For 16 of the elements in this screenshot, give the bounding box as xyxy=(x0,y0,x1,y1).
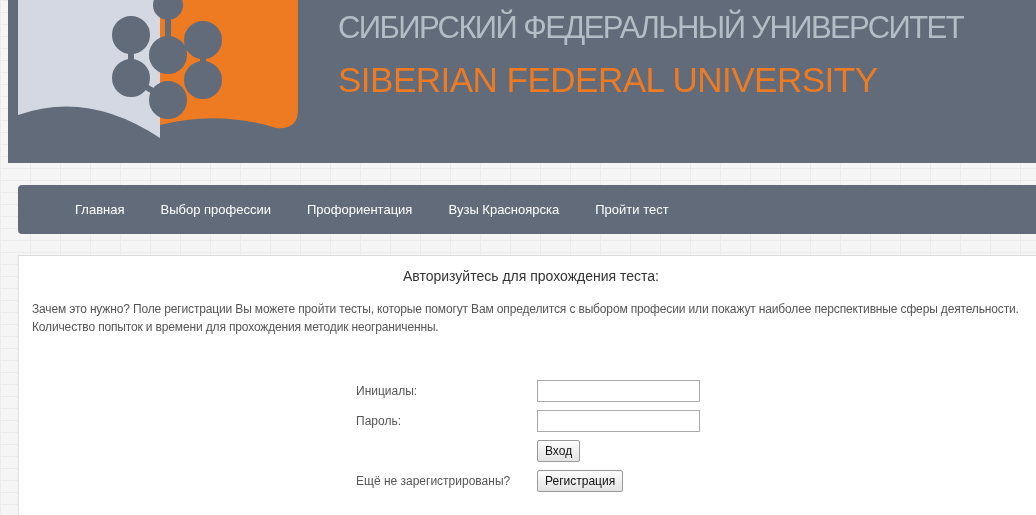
field-label: Инициалы: xyxy=(356,384,419,398)
university-title: СИБИРСКИЙ ФЕДЕРАЛЬНЫЙ УНИВЕРСИТЕТ xyxy=(338,8,963,47)
nav-link[interactable]: Профориентация xyxy=(306,202,413,217)
nav-link[interactable]: Пройти тест xyxy=(595,202,669,217)
register-prompt: Ещё не зарегистрированы? xyxy=(356,474,512,488)
nav-link[interactable]: Выбор профессии xyxy=(160,202,271,217)
university-title: SIBERIAN FEDERAL UNIVERSITY xyxy=(338,59,879,101)
login-button[interactable]: Вход xyxy=(537,440,581,462)
nav-link[interactable]: Главная xyxy=(75,202,125,217)
form-heading: Авторизуйтесь для прохождения теста: xyxy=(402,268,660,284)
nav-link[interactable]: Вузы Красноярска xyxy=(448,202,560,217)
register-button[interactable]: Регистрация xyxy=(537,470,624,492)
input-field[interactable] xyxy=(537,380,700,402)
field-label: Пароль: xyxy=(356,414,402,428)
input-field[interactable] xyxy=(537,410,700,432)
description-text: Зачем это нужно? Поле регистрации Вы можете пройти тесты, которые помогут Вам определится с выбором професии или покажут наиболее перспективные сферы деятельности. Количество попыток и времени для прохождения методик неограниченны. xyxy=(32,301,1020,336)
